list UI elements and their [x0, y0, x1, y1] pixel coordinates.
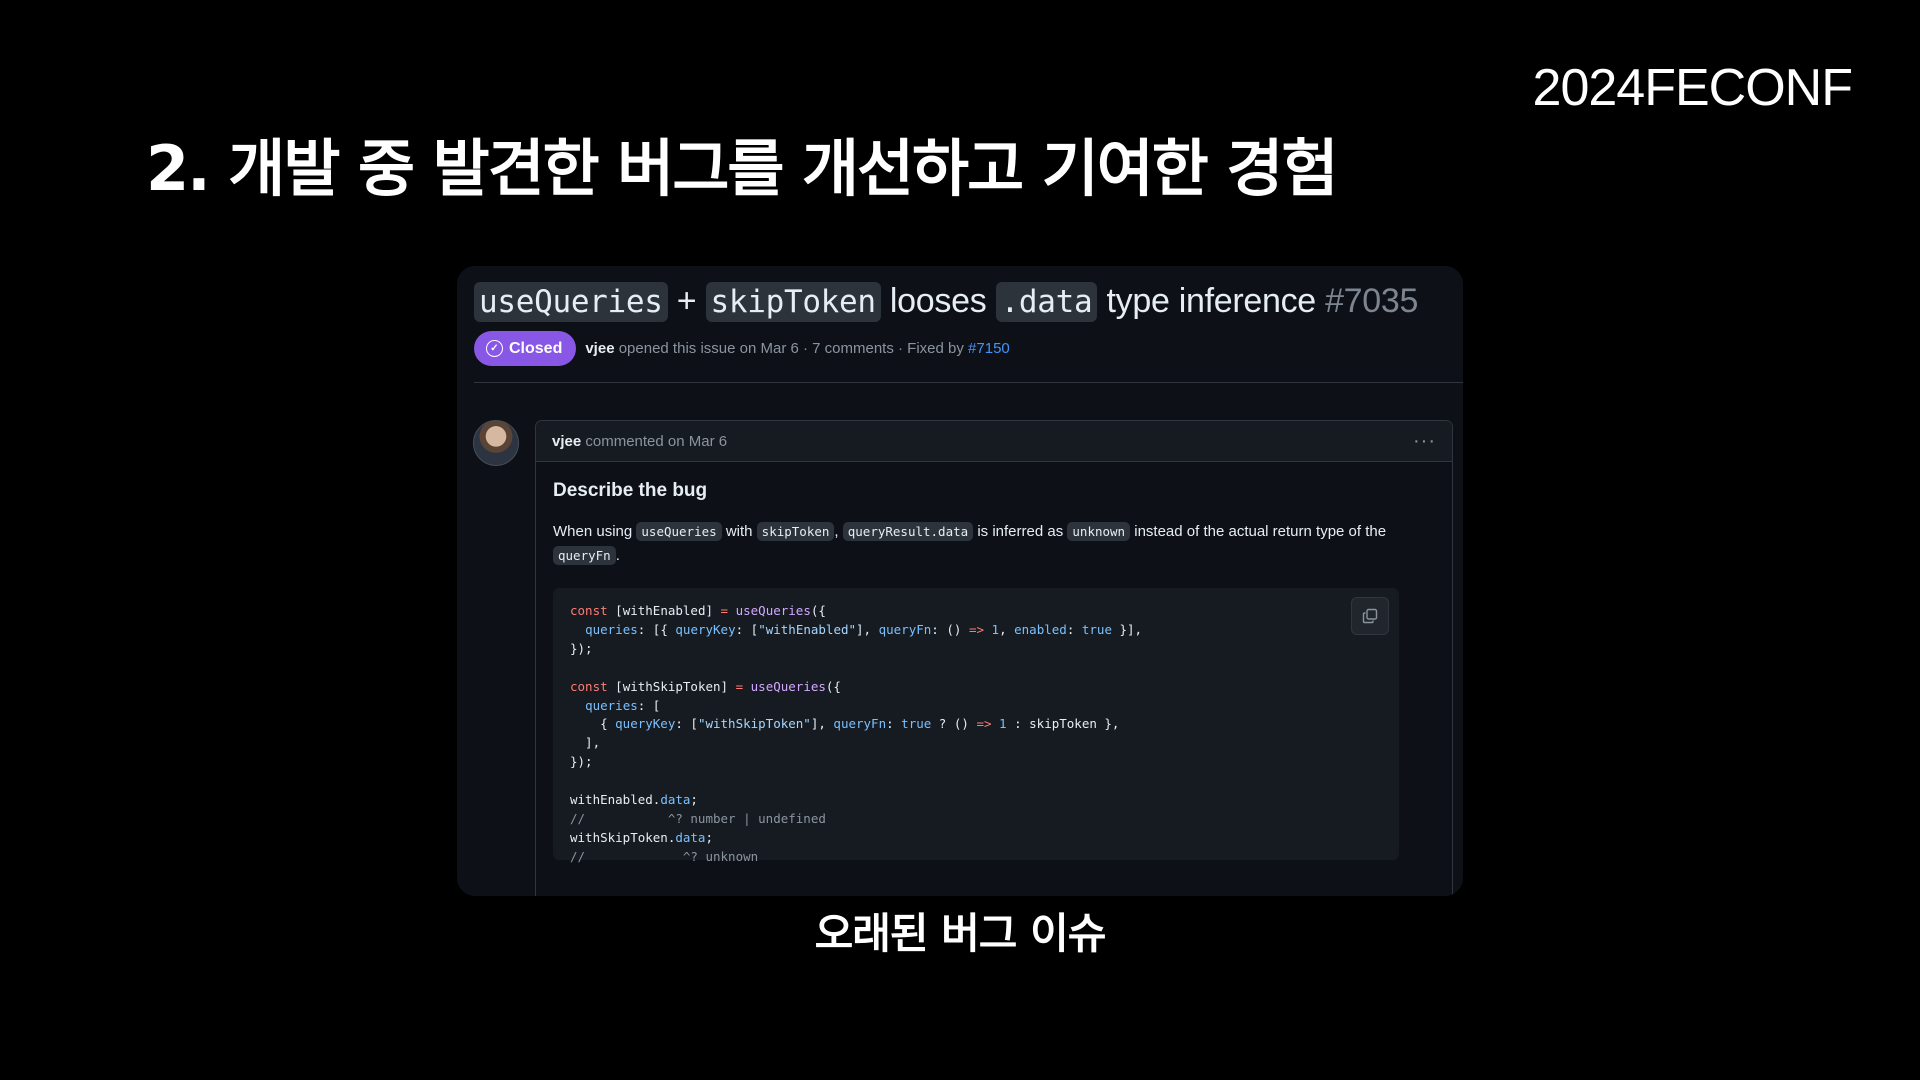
fixed-by-pr-link[interactable]: #7150 [968, 340, 1010, 357]
desc-text: with [721, 523, 757, 540]
desc-text: . [615, 547, 620, 564]
more-options-icon[interactable]: ··· [1413, 431, 1436, 451]
issue-title-text: type inference [1097, 282, 1326, 320]
comment-meta: commented on Mar 6 [581, 432, 728, 450]
issue-comment: vjee commented on Mar 6 ··· Describe the… [535, 420, 1453, 896]
issue-meta-text: opened this issue on Mar 6 · 7 comments … [614, 340, 969, 357]
code-block: const [withEnabled] = useQueries({ queri… [553, 588, 1399, 864]
comment-body: Describe the bug When using useQueries w… [536, 462, 1452, 864]
issue-meta: ✓ Closed vjee opened this issue on Mar 6… [474, 331, 1010, 366]
inline-code: queryFn [553, 546, 616, 565]
copy-icon [1362, 608, 1378, 624]
divider [474, 382, 1463, 383]
desc-text: When using [553, 523, 637, 540]
issue-title: useQueries + skipToken looses .data type… [474, 282, 1419, 322]
desc-text: , [834, 523, 843, 540]
slide-caption: 오래된 버그 이슈 [814, 909, 1107, 958]
github-issue-screenshot: useQueries + skipToken looses .data type… [457, 266, 1463, 896]
check-circle-icon: ✓ [486, 340, 503, 357]
issue-title-text: looses [880, 282, 996, 320]
inline-code: skipToken [756, 522, 835, 541]
comment-author-link[interactable]: vjee [552, 433, 581, 450]
issue-title-code-usequeries: useQueries [474, 282, 668, 322]
desc-text: instead of the actual return type of the [1130, 523, 1391, 540]
status-label: Closed [509, 339, 563, 357]
avatar[interactable] [473, 420, 519, 466]
issue-title-code-skiptoken: skipToken [705, 282, 881, 322]
issue-author-link[interactable]: vjee [585, 340, 614, 357]
copy-button[interactable] [1351, 597, 1389, 635]
issue-title-plus: + [667, 282, 706, 320]
inline-code: useQueries [636, 522, 722, 541]
inline-code: queryResult.data [842, 522, 974, 541]
comment-header: vjee commented on Mar 6 ··· [536, 421, 1452, 462]
inline-code: unknown [1067, 522, 1131, 541]
comment-heading: Describe the bug [553, 480, 708, 501]
conference-logo: 2024FECONF [1532, 59, 1853, 117]
slide-title: 2. 개발 중 발견한 버그를 개선하고 기여한 경험 [146, 132, 1339, 205]
desc-text: is inferred as [973, 523, 1068, 540]
code-content: const [withEnabled] = useQueries({ queri… [570, 603, 1143, 864]
issue-title-code-data: .data [995, 282, 1098, 322]
comment-description: When using useQueries with skipToken, qu… [553, 520, 1436, 568]
issue-number: #7035 [1325, 282, 1419, 320]
status-badge: ✓ Closed [474, 331, 577, 366]
